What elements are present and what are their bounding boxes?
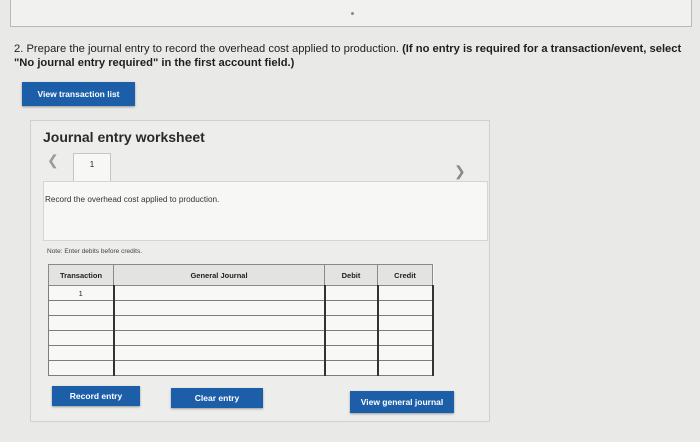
tab-transaction-1[interactable]: 1 (73, 153, 111, 182)
instruction-box (43, 181, 488, 241)
debit-field[interactable] (323, 300, 378, 316)
header-transaction: Transaction (48, 264, 114, 286)
account-field[interactable] (112, 360, 325, 376)
view-general-journal-button[interactable]: View general journal (350, 391, 454, 413)
account-field[interactable] (112, 315, 325, 331)
header-general-journal: General Journal (113, 264, 325, 286)
header-debit: Debit (324, 264, 378, 286)
view-transaction-list-button[interactable]: View transaction list (22, 82, 135, 106)
question-main: 2. Prepare the journal entry to record t… (14, 43, 399, 55)
transaction-cell (48, 330, 114, 346)
credit-field[interactable] (376, 345, 434, 361)
transaction-cell (48, 300, 114, 316)
record-entry-button[interactable]: Record entry (52, 386, 140, 406)
credit-field[interactable] (376, 285, 434, 301)
account-field[interactable] (112, 330, 325, 346)
table-row (48, 300, 434, 316)
transaction-cell (48, 345, 114, 361)
credit-field[interactable] (376, 330, 434, 346)
debit-field[interactable] (323, 360, 378, 376)
account-field[interactable] (112, 285, 325, 301)
debit-field[interactable] (323, 345, 378, 361)
account-field[interactable] (112, 300, 325, 316)
credit-field[interactable] (376, 315, 434, 331)
worksheet-instruction: Record the overhead cost applied to prod… (45, 195, 220, 204)
worksheet-title: Journal entry worksheet (43, 129, 205, 145)
table-row (48, 360, 434, 376)
worksheet-note: Note: Enter debits before credits. (47, 248, 143, 255)
top-bar (10, 0, 692, 27)
table-row (48, 345, 434, 361)
transaction-cell (48, 315, 114, 331)
table-row: 1 (48, 285, 434, 301)
debit-field[interactable] (323, 285, 378, 301)
debit-field[interactable] (323, 330, 378, 346)
header-credit: Credit (377, 264, 433, 286)
chevron-right-icon[interactable]: ❯ (454, 163, 466, 180)
journal-table: Transaction General Journal Debit Credit… (48, 264, 434, 376)
credit-field[interactable] (376, 300, 434, 316)
credit-field[interactable] (376, 360, 434, 376)
account-field[interactable] (112, 345, 325, 361)
chevron-left-icon[interactable]: ❮ (47, 152, 59, 169)
table-row (48, 315, 434, 331)
debit-field[interactable] (323, 315, 378, 331)
transaction-cell: 1 (48, 285, 114, 301)
table-row (48, 330, 434, 346)
decorative-dot (351, 12, 354, 15)
transaction-cell (48, 360, 114, 376)
clear-entry-button[interactable]: Clear entry (171, 388, 263, 408)
question-text: 2. Prepare the journal entry to record t… (14, 42, 686, 70)
